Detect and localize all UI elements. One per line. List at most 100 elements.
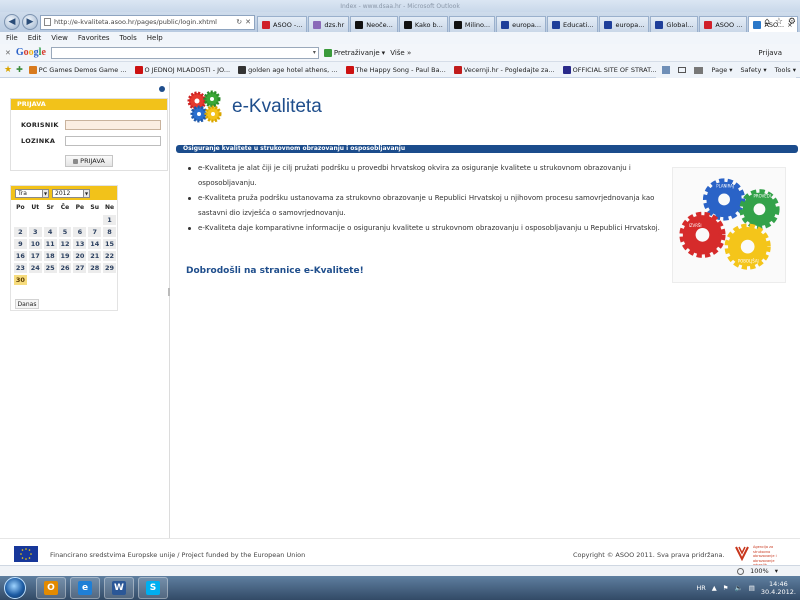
back-button[interactable]: ◀ bbox=[4, 14, 20, 30]
google-search-button[interactable]: Pretraživanje ▾ bbox=[323, 48, 385, 57]
refresh-icon[interactable]: ↻ bbox=[236, 18, 242, 26]
calendar-day[interactable]: 22 bbox=[103, 251, 116, 261]
address-bar[interactable]: http://e-kvaliteta.asoo.hr/pages/public/… bbox=[40, 14, 255, 30]
favorites-star-icon[interactable]: ★ bbox=[4, 65, 12, 75]
browser-tab[interactable]: europa... bbox=[599, 16, 650, 32]
taskbar-outlook-button[interactable]: O bbox=[36, 577, 66, 599]
favorite-link[interactable]: O JEDNOJ MLADOSTI - JO... bbox=[134, 65, 230, 74]
calendar-day[interactable]: 8 bbox=[103, 227, 116, 237]
print-icon[interactable] bbox=[694, 66, 704, 74]
volume-icon[interactable]: 🔈 bbox=[735, 584, 743, 592]
calendar-day[interactable]: 5 bbox=[58, 227, 72, 237]
browser-tab[interactable]: Global... bbox=[650, 16, 699, 32]
favorite-link[interactable]: golden age hotel athens, ... bbox=[238, 65, 338, 74]
mail-icon[interactable] bbox=[678, 67, 687, 73]
calendar-day[interactable]: 14 bbox=[88, 239, 102, 249]
browser-tab[interactable]: ASOO -... bbox=[257, 16, 308, 32]
calendar-day[interactable]: 6 bbox=[73, 227, 87, 237]
taskbar-internet-explorer-button[interactable]: e bbox=[70, 577, 100, 599]
calendar-day[interactable]: 27 bbox=[73, 263, 87, 273]
favorite-link[interactable]: The Happy Song - Paul Ba... bbox=[345, 65, 446, 74]
browser-tab[interactable]: Milino... bbox=[448, 16, 496, 32]
calendar-day[interactable]: 9 bbox=[14, 239, 27, 249]
today-button[interactable]: Danas bbox=[15, 299, 39, 309]
safety-menu[interactable]: Safety ▾ bbox=[741, 66, 767, 74]
calendar-day[interactable]: 13 bbox=[73, 239, 87, 249]
browser-tab[interactable]: Neoče... bbox=[350, 16, 398, 32]
calendar-day[interactable]: 12 bbox=[58, 239, 72, 249]
menu-tools[interactable]: Tools bbox=[120, 34, 137, 42]
menu-file[interactable]: File bbox=[6, 34, 18, 42]
calendar-day[interactable]: 20 bbox=[73, 251, 87, 261]
eu-flag-icon bbox=[14, 546, 38, 562]
calendar-day[interactable]: 26 bbox=[58, 263, 72, 273]
zoom-level[interactable]: 100% bbox=[750, 567, 769, 575]
menu-favorites[interactable]: Favorites bbox=[78, 34, 110, 42]
favorite-link[interactable]: Vecernji.hr - Pogledajte za... bbox=[453, 65, 555, 74]
add-favorite-icon[interactable]: ✚ bbox=[16, 65, 23, 74]
close-toolbar-icon[interactable]: ✕ bbox=[5, 49, 11, 57]
browser-tab[interactable]: Educati... bbox=[547, 16, 599, 32]
password-input[interactable] bbox=[65, 136, 161, 146]
funding-notice: Financirano sredstvima Europske unije / … bbox=[50, 551, 306, 559]
google-logo-letter: G bbox=[15, 47, 24, 58]
forward-button[interactable]: ▶ bbox=[22, 14, 38, 30]
taskbar-skype-button[interactable]: S bbox=[138, 577, 168, 599]
calendar-day[interactable]: 10 bbox=[28, 239, 42, 249]
home-icon[interactable]: ⌂ bbox=[764, 17, 770, 27]
chevron-down-icon[interactable]: ▾ bbox=[775, 567, 778, 575]
feeds-icon[interactable] bbox=[662, 66, 671, 74]
page-menu[interactable]: Page ▾ bbox=[711, 66, 732, 74]
year-select[interactable]: 2012 ▼ bbox=[52, 188, 90, 198]
calendar-day[interactable]: 4 bbox=[43, 227, 57, 237]
calendar-day[interactable]: 3 bbox=[28, 227, 42, 237]
sidebar-splitter[interactable] bbox=[168, 288, 170, 296]
browser-tab[interactable]: ASOO ... bbox=[699, 16, 748, 32]
browser-tab[interactable]: Kako b... bbox=[398, 16, 448, 32]
username-input[interactable] bbox=[65, 120, 161, 130]
settings-gear-icon[interactable]: ⚙ bbox=[788, 17, 796, 27]
browser-tab[interactable]: europa... bbox=[496, 16, 547, 32]
menu-help[interactable]: Help bbox=[147, 34, 163, 42]
calendar-day[interactable]: 17 bbox=[28, 251, 42, 261]
calendar-day[interactable]: 11 bbox=[43, 239, 57, 249]
calendar-day[interactable]: 18 bbox=[43, 251, 57, 261]
login-panel: PRIJAVA KORISNIK LOZINKA PRIJAVA bbox=[10, 98, 168, 171]
close-icon[interactable]: ✕ bbox=[245, 18, 251, 26]
collapse-sidebar-icon[interactable] bbox=[159, 86, 165, 92]
calendar-day[interactable]: 7 bbox=[88, 227, 102, 237]
address-url[interactable]: http://e-kvaliteta.asoo.hr/pages/public/… bbox=[54, 18, 233, 26]
favorite-link[interactable]: OFFICIAL SITE OF STRAT... bbox=[562, 65, 657, 74]
start-button[interactable] bbox=[4, 577, 26, 599]
calendar-day[interactable]: 25 bbox=[43, 263, 57, 273]
favorites-star-icon[interactable]: ☆ bbox=[775, 17, 783, 27]
google-signin-link[interactable]: Prijava bbox=[758, 49, 782, 57]
calendar-day[interactable]: 1 bbox=[103, 215, 116, 225]
tools-menu[interactable]: Tools ▾ bbox=[775, 66, 796, 74]
calendar-day[interactable]: 28 bbox=[88, 263, 102, 273]
calendar-day[interactable]: 21 bbox=[88, 251, 102, 261]
calendar-day[interactable]: 30 bbox=[14, 275, 27, 285]
calendar-day[interactable]: 16 bbox=[14, 251, 27, 261]
browser-tab[interactable]: dzs.hr bbox=[308, 16, 350, 32]
clock[interactable]: 14:46 30.4.2012. bbox=[761, 580, 796, 596]
language-indicator[interactable]: HR bbox=[696, 584, 705, 592]
network-icon[interactable]: ▤ bbox=[749, 584, 755, 592]
login-button[interactable]: PRIJAVA bbox=[65, 155, 113, 167]
menu-edit[interactable]: Edit bbox=[28, 34, 42, 42]
favorite-link[interactable]: PC Games Demos Game ... bbox=[28, 65, 127, 74]
menu-view[interactable]: View bbox=[51, 34, 68, 42]
google-search-input[interactable]: ▾ bbox=[50, 46, 319, 59]
calendar-day[interactable]: 23 bbox=[14, 263, 27, 273]
flag-icon[interactable]: ⚑ bbox=[723, 584, 729, 592]
calendar-day[interactable]: 24 bbox=[28, 263, 42, 273]
google-more-button[interactable]: Više » bbox=[390, 49, 411, 57]
calendar-day[interactable]: 2 bbox=[14, 227, 27, 237]
taskbar-word-button[interactable]: W bbox=[104, 577, 134, 599]
calendar-day[interactable]: 29 bbox=[103, 263, 116, 273]
calendar-day[interactable]: 15 bbox=[103, 239, 116, 249]
month-select[interactable]: Tra ▼ bbox=[15, 188, 49, 198]
calendar-day[interactable]: 19 bbox=[58, 251, 72, 261]
gears-logo bbox=[187, 90, 222, 123]
show-hidden-icons-icon[interactable]: ▲ bbox=[712, 584, 717, 592]
